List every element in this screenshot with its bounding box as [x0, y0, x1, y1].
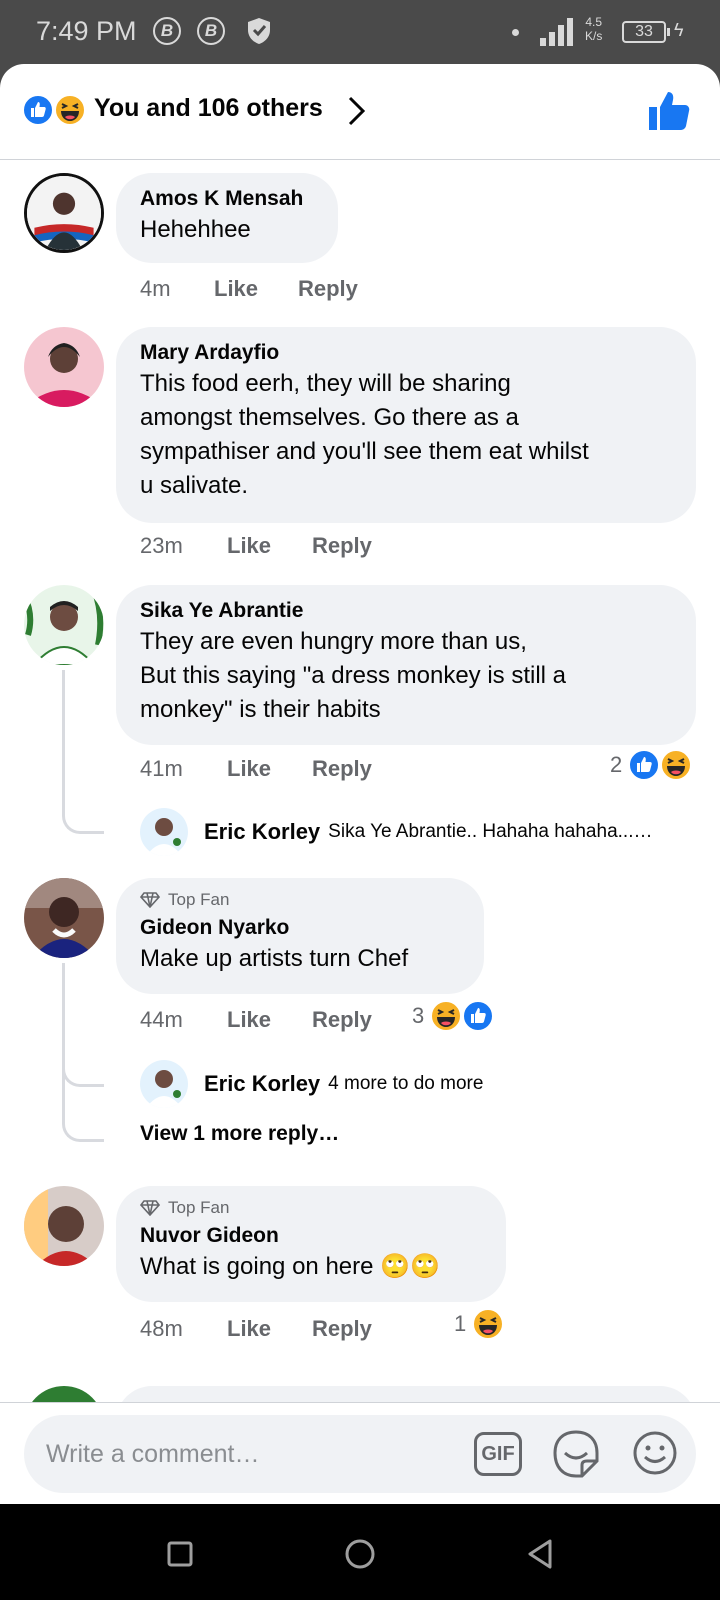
- comment-bubble[interactable]: Top Fan Nuvor Gideon What is going on he…: [116, 1186, 506, 1302]
- comment-time: 23m: [140, 533, 183, 558]
- reactions-text: You and 106 others: [94, 94, 323, 122]
- comment-author[interactable]: Nuvor Gideon: [140, 1222, 482, 1250]
- reply-button[interactable]: Reply: [298, 276, 358, 302]
- status-time: 7:49 PM: [36, 16, 137, 46]
- reply-text: Sika Ye Abrantie.. Hahaha hahaha...…: [328, 821, 653, 842]
- comment-author[interactable]: Amos K Mensah: [140, 185, 314, 213]
- comment-composer: GIF: [0, 1402, 720, 1504]
- comment-time: 44m: [140, 1007, 183, 1032]
- reply-author[interactable]: Eric Korley: [204, 819, 320, 845]
- like-button[interactable]: Like: [227, 1316, 271, 1342]
- comments-sheet: You and 106 others Amos K Mensah Hehehhe…: [0, 64, 720, 1504]
- comment-time: 41m: [140, 756, 183, 781]
- like-button[interactable]: Like: [227, 533, 271, 559]
- top-fan-badge: Top Fan: [140, 1198, 482, 1218]
- comment-bubble[interactable]: Amos K Mensah Hehehhee: [116, 173, 338, 263]
- b-app-icon-2: B: [197, 17, 225, 45]
- net-speed: 4.5 K/s: [585, 15, 603, 43]
- like-button[interactable]: Like: [227, 756, 271, 782]
- avatar[interactable]: [24, 585, 104, 665]
- thumbs-up-icon[interactable]: [648, 90, 690, 132]
- avatar[interactable]: [24, 1186, 104, 1266]
- reply-preview[interactable]: Eric Korley 4 more to do more: [140, 1060, 483, 1108]
- b-app-icon: B: [153, 17, 181, 45]
- haha-icon: [54, 94, 86, 126]
- comment-bubble[interactable]: Top Fan Gideon Nyarko Make up artists tu…: [116, 878, 484, 994]
- avatar[interactable]: [140, 1060, 188, 1108]
- avatar[interactable]: [24, 878, 104, 958]
- status-bar: 7:49 PM B B 4.5 K/s 33 ϟ: [0, 0, 720, 64]
- like-icon: [22, 94, 54, 126]
- comment-input-wrapper[interactable]: GIF: [24, 1415, 696, 1493]
- like-icon: [462, 1000, 495, 1032]
- thread-line: [62, 670, 104, 834]
- charging-icon: ϟ: [674, 20, 684, 40]
- comment-text: Make up artists turn Chef: [140, 945, 409, 972]
- haha-icon: [660, 749, 693, 781]
- avatar[interactable]: [140, 808, 188, 856]
- comment-text: They are even hungry more than us, But t…: [140, 628, 567, 723]
- chevron-right-icon: [348, 96, 366, 126]
- recents-icon[interactable]: [160, 1534, 200, 1574]
- gif-button[interactable]: GIF: [474, 1432, 522, 1476]
- avatar[interactable]: [24, 327, 104, 407]
- reply-text: 4 more to do more: [328, 1073, 484, 1094]
- comment-text: This food eerh, they will be sharing amo…: [140, 370, 589, 499]
- comment-input[interactable]: [46, 1435, 446, 1473]
- shield-icon: [248, 18, 270, 44]
- view-more-replies-link[interactable]: View 1 more reply…: [140, 1122, 339, 1146]
- comment-text: What is going on here 🙄🙄: [140, 1253, 440, 1280]
- comment-author[interactable]: Mary Ardayfio: [140, 339, 672, 367]
- avatar[interactable]: [24, 173, 104, 253]
- comment-bubble[interactable]: Sika Ye Abrantie They are even hungry mo…: [116, 585, 696, 745]
- haha-icon: [472, 1308, 505, 1340]
- emoji-icon[interactable]: [632, 1430, 678, 1476]
- system-nav-bar: [0, 1504, 720, 1600]
- top-fan-badge: Top Fan: [140, 890, 460, 910]
- comment-author[interactable]: Sika Ye Abrantie: [140, 597, 672, 625]
- comment-time: 48m: [140, 1316, 183, 1341]
- comment-bubble[interactable]: Mary Ardayfio This food eerh, they will …: [116, 327, 696, 523]
- like-icon: [628, 749, 661, 781]
- reply-button[interactable]: Reply: [312, 533, 372, 559]
- thread-line: [62, 1020, 104, 1142]
- reaction-count[interactable]: 3: [412, 1000, 495, 1032]
- haha-icon: [430, 1000, 463, 1032]
- reply-button[interactable]: Reply: [312, 1316, 372, 1342]
- like-button[interactable]: Like: [227, 1007, 271, 1033]
- reaction-count[interactable]: 1: [454, 1308, 505, 1340]
- comment-text: Hehehhee: [140, 216, 251, 243]
- back-icon[interactable]: [520, 1534, 560, 1574]
- comment-time: 4m: [140, 276, 171, 301]
- diamond-icon: [140, 892, 160, 908]
- comments-list: Amos K Mensah Hehehhee 4m Like Reply Mar…: [0, 160, 720, 1466]
- battery-icon: 33: [622, 21, 670, 43]
- notification-dot: [512, 29, 519, 36]
- like-button[interactable]: Like: [214, 276, 258, 302]
- diamond-icon: [140, 1200, 160, 1216]
- home-icon[interactable]: [340, 1534, 380, 1574]
- reply-button[interactable]: Reply: [312, 756, 372, 782]
- signal-icon: [540, 18, 576, 46]
- reply-button[interactable]: Reply: [312, 1007, 372, 1033]
- reply-author[interactable]: Eric Korley: [204, 1071, 320, 1097]
- reaction-count[interactable]: 2: [610, 749, 693, 781]
- sticker-icon[interactable]: [552, 1429, 600, 1479]
- comment-author[interactable]: Gideon Nyarko: [140, 914, 460, 942]
- reply-preview[interactable]: Eric Korley Sika Ye Abrantie.. Hahaha ha…: [140, 808, 652, 856]
- reactions-summary[interactable]: You and 106 others: [0, 64, 720, 160]
